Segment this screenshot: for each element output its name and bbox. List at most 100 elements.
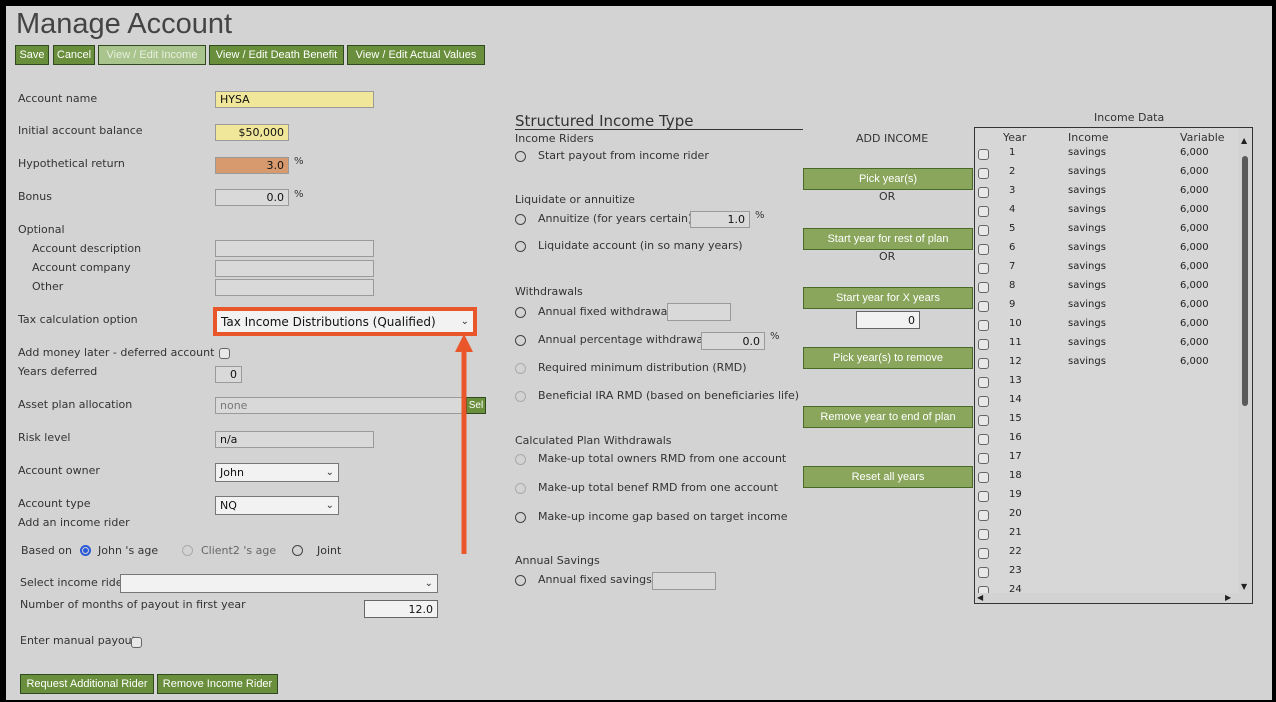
scroll-right-icon[interactable]: ▶ [1225, 593, 1231, 602]
pick-years-button[interactable]: Pick year(s) [803, 168, 973, 190]
makeup-benef-radio[interactable] [515, 483, 526, 494]
liquidate-radio[interactable] [515, 241, 526, 252]
bonus-input[interactable]: 0.0 [215, 189, 289, 206]
initial-balance-input[interactable]: $50,000 [215, 124, 289, 141]
vertical-scrollbar[interactable]: ▲ ▼ [1238, 128, 1252, 603]
table-row[interactable]: 11 savings 6,000 [975, 335, 1237, 354]
based-on-john-radio[interactable] [80, 545, 91, 556]
row-checkbox[interactable] [978, 472, 989, 483]
based-on-client2-radio[interactable] [182, 545, 193, 556]
account-type-select[interactable]: NQ ⌄ [215, 496, 339, 515]
table-row[interactable]: 9 savings 6,000 [975, 297, 1237, 316]
account-owner-select[interactable]: John ⌄ [215, 463, 339, 482]
annual-fixed-savings-input[interactable] [652, 572, 716, 590]
save-button[interactable]: Save [15, 45, 49, 65]
beneficial-rmd-radio[interactable] [515, 391, 526, 402]
table-row[interactable]: 20 [975, 506, 1237, 525]
row-checkbox[interactable] [978, 453, 989, 464]
annuitize-radio[interactable] [515, 214, 526, 225]
annual-fixed-withdrawal-radio[interactable] [515, 307, 526, 318]
horizontal-scrollbar[interactable]: ◀ ▶ [975, 593, 1239, 603]
scroll-left-icon[interactable]: ◀ [977, 593, 983, 602]
table-row[interactable]: 14 [975, 392, 1237, 411]
row-checkbox[interactable] [978, 301, 989, 312]
table-row[interactable]: 18 [975, 468, 1237, 487]
start-year-rest-of-plan-button[interactable]: Start year for rest of plan [803, 228, 973, 250]
account-name-input[interactable]: HYSA [215, 91, 374, 108]
table-row[interactable]: 12 savings 6,000 [975, 354, 1237, 373]
row-checkbox[interactable] [978, 263, 989, 274]
cancel-button[interactable]: Cancel [53, 45, 95, 65]
tax-calc-select[interactable]: Tax Income Distributions (Qualified) ⌄ [213, 307, 477, 336]
row-checkbox[interactable] [978, 187, 989, 198]
row-checkbox[interactable] [978, 510, 989, 521]
hypothetical-return-input[interactable]: 3.0 [215, 157, 289, 174]
table-row[interactable]: 5 savings 6,000 [975, 221, 1237, 240]
table-row[interactable]: 10 savings 6,000 [975, 316, 1237, 335]
annual-pct-withdrawal-input[interactable]: 0.0 [701, 332, 765, 350]
scrollbar-thumb[interactable] [1242, 156, 1248, 406]
makeup-gap-radio[interactable] [515, 512, 526, 523]
view-edit-actual-values-button[interactable]: View / Edit Actual Values [347, 45, 485, 65]
row-checkbox[interactable] [978, 377, 989, 388]
x-years-input[interactable]: 0 [856, 311, 920, 329]
table-row[interactable]: 4 savings 6,000 [975, 202, 1237, 221]
row-checkbox[interactable] [978, 339, 989, 350]
remove-year-to-end-button[interactable]: Remove year to end of plan [803, 406, 973, 428]
row-checkbox[interactable] [978, 244, 989, 255]
table-row[interactable]: 19 [975, 487, 1237, 506]
annuitize-input[interactable]: 1.0 [690, 211, 750, 228]
scroll-up-icon[interactable]: ▲ [1241, 136, 1247, 145]
row-checkbox[interactable] [978, 529, 989, 540]
table-row[interactable]: 7 savings 6,000 [975, 259, 1237, 278]
table-row[interactable]: 15 [975, 411, 1237, 430]
table-row[interactable]: 3 savings 6,000 [975, 183, 1237, 202]
start-year-x-years-button[interactable]: Start year for X years [803, 287, 973, 309]
row-checkbox[interactable] [978, 149, 989, 160]
view-edit-death-benefit-button[interactable]: View / Edit Death Benefit [209, 45, 344, 65]
months-payout-input[interactable]: 12.0 [364, 600, 438, 618]
risk-level-input[interactable]: n/a [215, 431, 374, 448]
table-row[interactable]: 13 [975, 373, 1237, 392]
annual-pct-withdrawal-radio[interactable] [515, 335, 526, 346]
table-row[interactable]: 2 savings 6,000 [975, 164, 1237, 183]
request-additional-rider-button[interactable]: Request Additional Rider [20, 674, 154, 694]
row-checkbox[interactable] [978, 320, 989, 331]
row-checkbox[interactable] [978, 225, 989, 236]
based-on-joint-radio[interactable] [292, 545, 303, 556]
pick-years-to-remove-button[interactable]: Pick year(s) to remove [803, 347, 973, 369]
view-edit-income-button[interactable]: View / Edit Income [98, 45, 206, 65]
table-row[interactable]: 17 [975, 449, 1237, 468]
scroll-down-icon[interactable]: ▼ [1241, 582, 1247, 591]
row-checkbox[interactable] [978, 548, 989, 559]
row-checkbox[interactable] [978, 206, 989, 217]
select-income-rider-select[interactable]: ⌄ [120, 574, 438, 593]
annual-fixed-withdrawal-input[interactable] [667, 303, 731, 321]
account-company-input[interactable] [215, 260, 374, 277]
row-checkbox[interactable] [978, 396, 989, 407]
table-row[interactable]: 6 savings 6,000 [975, 240, 1237, 259]
other-input[interactable] [215, 279, 374, 296]
table-row[interactable]: 16 [975, 430, 1237, 449]
asset-plan-input[interactable]: none [215, 397, 467, 414]
account-description-input[interactable] [215, 240, 374, 257]
table-row[interactable]: 22 [975, 544, 1237, 563]
table-row[interactable]: 1 savings 6,000 [975, 145, 1237, 164]
row-checkbox[interactable] [978, 282, 989, 293]
table-row[interactable]: 8 savings 6,000 [975, 278, 1237, 297]
rmd-radio[interactable] [515, 363, 526, 374]
row-checkbox[interactable] [978, 491, 989, 502]
table-row[interactable]: 23 [975, 563, 1237, 582]
manual-payout-checkbox[interactable] [131, 637, 142, 648]
start-payout-radio[interactable] [515, 151, 526, 162]
table-row[interactable]: 21 [975, 525, 1237, 544]
row-checkbox[interactable] [978, 358, 989, 369]
row-checkbox[interactable] [978, 415, 989, 426]
makeup-owners-radio[interactable] [515, 454, 526, 465]
remove-income-rider-button[interactable]: Remove Income Rider [157, 674, 278, 694]
years-deferred-input[interactable]: 0 [215, 366, 242, 383]
row-checkbox[interactable] [978, 168, 989, 179]
add-money-checkbox[interactable] [219, 348, 230, 359]
row-checkbox[interactable] [978, 567, 989, 578]
annual-fixed-savings-radio[interactable] [515, 575, 526, 586]
